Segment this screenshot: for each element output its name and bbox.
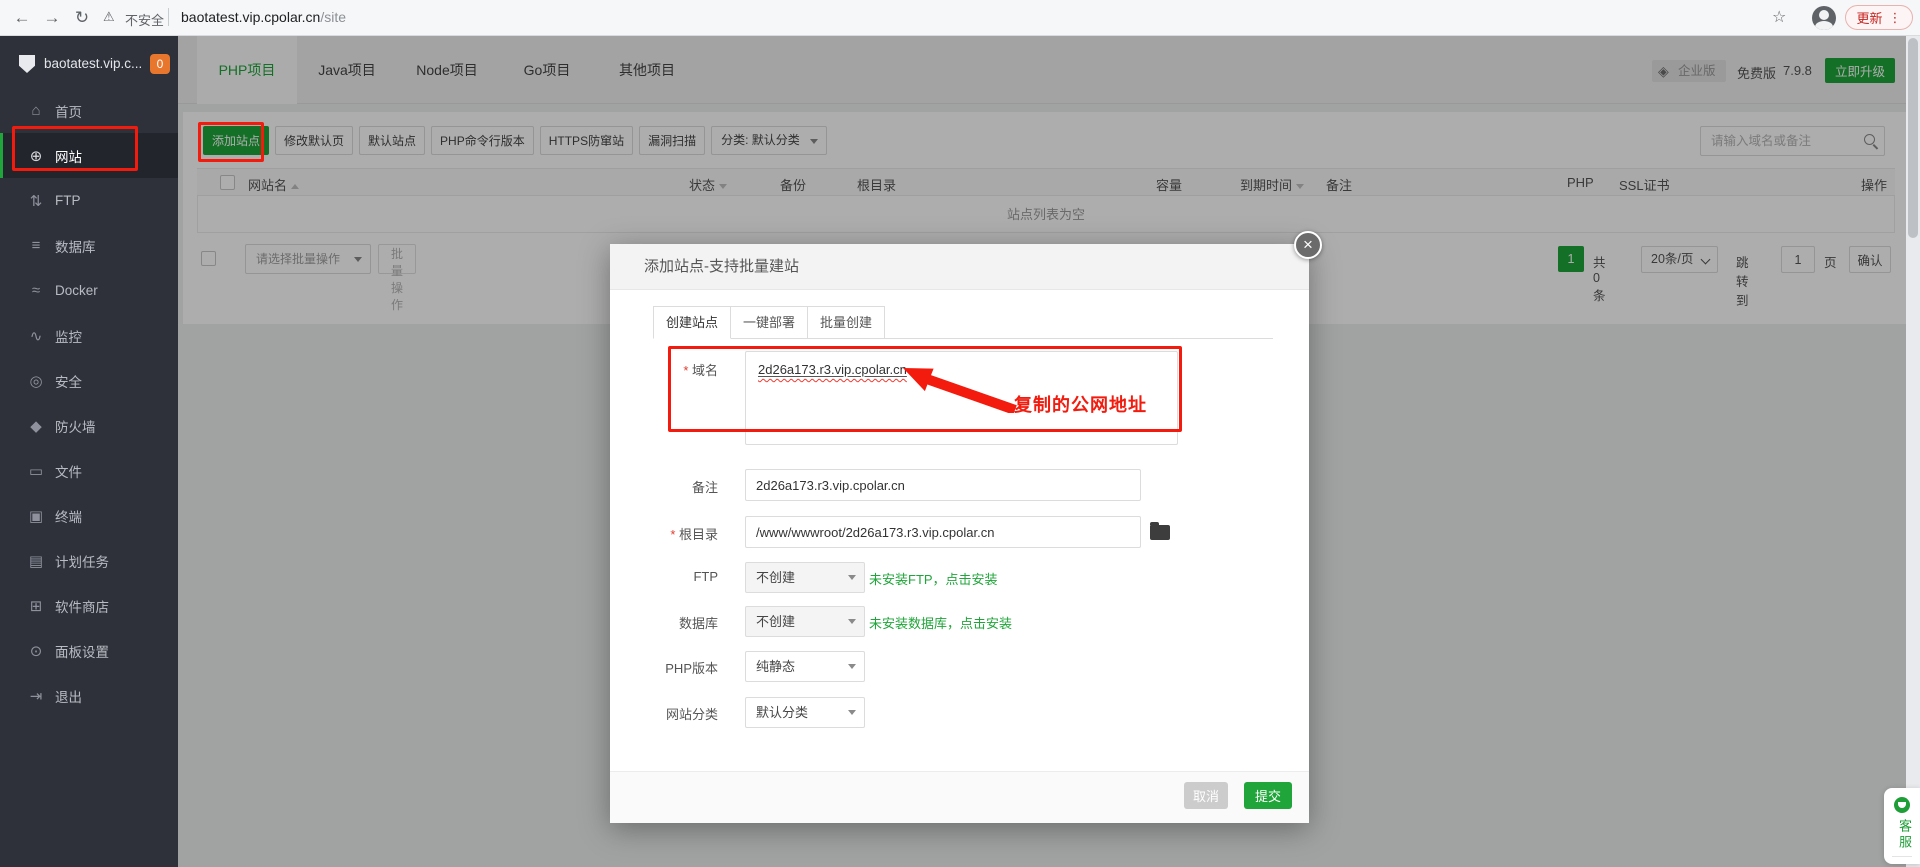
sidebar-item-docker[interactable]: ≈ Docker xyxy=(0,268,178,313)
ftp-select[interactable]: 不创建 xyxy=(745,562,865,593)
back-icon[interactable]: ← xyxy=(10,6,34,30)
ftp-icon: ⇅ xyxy=(29,192,43,210)
panel-logo[interactable]: baotatest.vip.c... 0 xyxy=(0,48,178,82)
logout-icon: ⇥ xyxy=(29,687,43,705)
add-site-modal: 添加站点-支持批量建站 创建站点 一键部署 批量创建 域名 2d26a173.r… xyxy=(610,244,1309,823)
address-bar-divider xyxy=(168,8,169,26)
sidebar-item-files[interactable]: ▭ 文件 xyxy=(0,448,178,493)
panel-logo-icon xyxy=(16,53,38,75)
tab-one-click-deploy[interactable]: 一键部署 xyxy=(731,306,809,339)
update-label: 更新 xyxy=(1856,11,1883,26)
security-warning-icon: ⚠ xyxy=(103,9,115,24)
url-domain: baotatest.vip.cpolar.cn xyxy=(181,9,321,25)
terminal-icon: ▣ xyxy=(28,507,44,525)
database-label: 数据库 xyxy=(678,616,718,631)
remark-input[interactable] xyxy=(745,469,1141,501)
browser-scrollbar xyxy=(1906,36,1920,867)
database-icon: ≡ xyxy=(31,237,41,254)
sidebar-item-appstore[interactable]: ⊞ 软件商店 xyxy=(0,583,178,628)
browse-folder-icon[interactable] xyxy=(1150,522,1170,540)
forward-icon[interactable]: → xyxy=(40,6,64,30)
chevron-down-icon xyxy=(848,619,856,624)
modal-tabbar: 创建站点 一键部署 批量创建 xyxy=(653,306,886,339)
sidebar-item-security[interactable]: ◎ 安全 xyxy=(0,358,178,403)
scrollbar-thumb[interactable] xyxy=(1908,38,1918,238)
php-version-label: PHP版本 xyxy=(665,661,718,676)
support-widget[interactable]: 客服 xyxy=(1884,788,1920,864)
modal-title: 添加站点-支持批量建站 xyxy=(610,244,1309,290)
sidebar-item-monitor[interactable]: ∿ 监控 xyxy=(0,313,178,358)
browser-chrome: ← → ↻ ⚠ 不安全 baotatest.vip.cpolar.cn/site… xyxy=(0,0,1920,36)
submit-button[interactable]: 提交 xyxy=(1244,782,1292,809)
message-count-badge[interactable]: 0 xyxy=(150,54,170,74)
ftp-label: FTP xyxy=(693,569,718,584)
address-bar[interactable]: baotatest.vip.cpolar.cn/site xyxy=(181,9,346,25)
tab-batch-create[interactable]: 批量创建 xyxy=(808,306,886,339)
sidebar-item-terminal[interactable]: ▣ 终端 xyxy=(0,493,178,538)
support-divider xyxy=(1892,856,1912,857)
php-version-select[interactable]: 纯静态 xyxy=(745,651,865,682)
firewall-icon: ◆ xyxy=(30,417,42,435)
folder-icon: ▭ xyxy=(28,462,44,480)
support-label: 客服 xyxy=(1897,819,1912,851)
grid-icon: ⊞ xyxy=(29,597,43,615)
annotation-arrow-icon xyxy=(903,368,1017,413)
rootdir-label: 根目录 xyxy=(610,524,718,543)
shield-check-icon: ◎ xyxy=(29,372,43,390)
modal-footer: 取消 提交 xyxy=(610,771,1309,823)
bookmark-star-icon[interactable]: ☆ xyxy=(1772,7,1786,27)
monitor-icon: ∿ xyxy=(29,327,43,345)
site-category-select[interactable]: 默认分类 xyxy=(745,697,865,728)
database-select[interactable]: 不创建 xyxy=(745,606,865,637)
tab-create-site[interactable]: 创建站点 xyxy=(653,306,732,339)
gear-icon: ⊙ xyxy=(29,642,43,660)
sidebar-item-logout[interactable]: ⇥ 退出 xyxy=(0,673,178,718)
database-install-link[interactable]: 未安装数据库，点击安装 xyxy=(869,613,1012,632)
chevron-down-icon xyxy=(848,575,856,580)
annotation-box-add-site xyxy=(198,122,264,162)
sidebar-menu: ⌂ 首页 ⊕ 网站 ⇅ FTP ≡ 数据库 ≈ Docker ∿ 监控 ◎ 安全… xyxy=(0,88,178,718)
sidebar-item-cron[interactable]: ▤ 计划任务 xyxy=(0,538,178,583)
rootdir-input[interactable] xyxy=(745,516,1141,548)
home-icon: ⌂ xyxy=(31,102,41,119)
cancel-button[interactable]: 取消 xyxy=(1184,782,1228,809)
calendar-icon: ▤ xyxy=(28,552,44,570)
chevron-down-icon xyxy=(848,664,856,669)
sidebar-item-settings[interactable]: ⊙ 面板设置 xyxy=(0,628,178,673)
security-label[interactable]: 不安全 xyxy=(125,10,164,29)
site-category-label: 网站分类 xyxy=(665,707,718,722)
sidebar-item-database[interactable]: ≡ 数据库 xyxy=(0,223,178,268)
annotation-box-website-menu xyxy=(12,126,138,171)
annotation-note: 复制的公网地址 xyxy=(1014,395,1147,415)
docker-icon: ≈ xyxy=(31,282,41,299)
remark-label: 备注 xyxy=(691,480,718,495)
customer-service-icon xyxy=(1894,797,1910,813)
sidebar-item-firewall[interactable]: ◆ 防火墙 xyxy=(0,403,178,448)
close-icon: × xyxy=(1303,235,1313,254)
url-path: /site xyxy=(320,9,346,25)
chevron-down-icon xyxy=(848,710,856,715)
browser-profile-avatar[interactable] xyxy=(1812,6,1836,30)
panel-logo-text: baotatest.vip.c... xyxy=(44,56,143,71)
ftp-install-link[interactable]: 未安装FTP，点击安装 xyxy=(869,569,998,588)
sidebar-item-ftp[interactable]: ⇅ FTP xyxy=(0,178,178,223)
browser-update-button[interactable]: 更新 ⋮ xyxy=(1845,5,1913,30)
reload-icon[interactable]: ↻ xyxy=(70,6,94,30)
browser-menu-dots-icon[interactable]: ⋮ xyxy=(1889,10,1902,26)
modal-close-button[interactable]: × xyxy=(1294,231,1322,259)
